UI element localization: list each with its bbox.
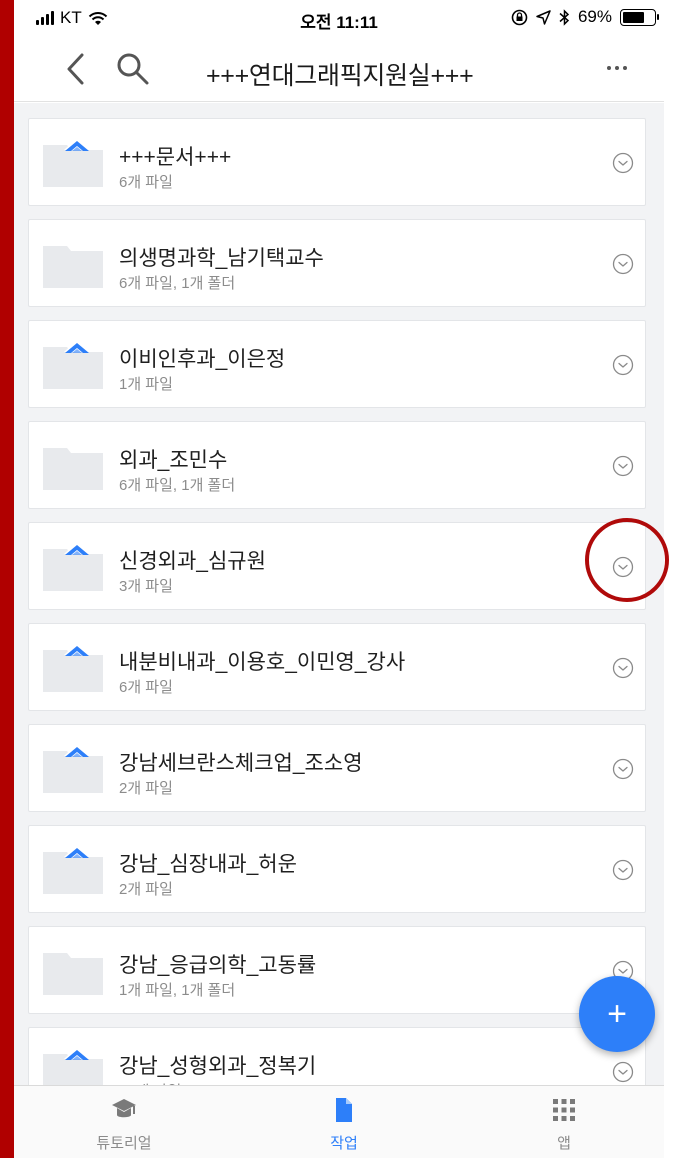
folder-name: 내분비내과_이용호_이민영_강사: [119, 651, 406, 674]
add-fab-button[interactable]: +: [579, 976, 655, 1052]
folder-name: 강남_심장내과_허운: [119, 853, 297, 876]
tab-tutorial[interactable]: 튜토리얼: [44, 1086, 204, 1158]
folder-row[interactable]: 강남_응급의학_고동률 1개 파일, 1개 폴더: [28, 926, 646, 1014]
tab-bar: 튜토리얼 작업 앱: [14, 1085, 664, 1158]
tab-work[interactable]: 작업: [264, 1086, 424, 1158]
document-icon: [336, 1098, 352, 1122]
folder-row[interactable]: 이비인후과_이은정 1개 파일: [28, 320, 646, 408]
battery-percent: 69%: [577, 7, 612, 26]
shared-folder-icon: [43, 646, 103, 692]
tab-apps[interactable]: 앱: [484, 1086, 644, 1158]
row-options-chevron-icon[interactable]: [612, 253, 634, 275]
battery-level: [623, 11, 644, 23]
page-title: +++연대그래픽지원실+++: [206, 62, 474, 90]
location-icon: [536, 9, 551, 25]
folder-icon: [43, 448, 103, 490]
folder-row[interactable]: +++문서+++ 6개 파일: [28, 118, 646, 206]
folder-meta: 6개 파일: [119, 679, 173, 696]
folder-name: 신경외과_심규원: [119, 550, 266, 573]
tab-label-tutorial: 튜토리얼: [96, 1135, 152, 1152]
folder-meta: 1개 파일: [119, 376, 173, 393]
shared-folder-icon: [43, 848, 103, 894]
more-dots-icon[interactable]: [602, 56, 632, 80]
row-options-chevron-icon[interactable]: [612, 152, 634, 174]
folder-name: 외과_조민수: [119, 449, 228, 472]
folder-icon: [43, 246, 103, 288]
tab-label-work: 작업: [330, 1135, 358, 1152]
folder-row[interactable]: 외과_조민수 6개 파일, 1개 폴더: [28, 421, 646, 509]
shared-folder-icon: [43, 141, 103, 187]
nav-bar: +++연대그래픽지원실+++: [14, 36, 664, 102]
app-grid-icon: [553, 1099, 575, 1121]
rotation-lock-icon: [511, 9, 528, 25]
phone-screen: KT 오전 11:11 69% +++연대그래픽지원실+++ +++문서+++ …: [14, 0, 678, 1158]
row-options-chevron-icon[interactable]: [612, 556, 634, 578]
folder-meta: 2개 파일: [119, 881, 173, 898]
left-edge-bar: [0, 0, 14, 1158]
folder-name: 의생명과학_남기택교수: [119, 247, 324, 270]
row-options-chevron-icon[interactable]: [612, 657, 634, 679]
shared-folder-icon: [43, 343, 103, 389]
folder-meta: 1개 파일, 1개 폴더: [119, 982, 236, 999]
shared-folder-icon: [43, 545, 103, 591]
back-chevron-icon[interactable]: [58, 50, 94, 88]
folder-meta: 6개 파일: [119, 174, 173, 191]
folder-icon: [43, 953, 103, 995]
folder-row[interactable]: 신경외과_심규원 3개 파일: [28, 522, 646, 610]
tab-label-apps: 앱: [557, 1135, 571, 1152]
row-options-chevron-icon[interactable]: [612, 859, 634, 881]
folder-list: +++문서+++ 6개 파일 의생명과학_남기택교수 6개 파일, 1개 폴더 이비인후…: [14, 103, 664, 1120]
row-options-chevron-icon[interactable]: [612, 758, 634, 780]
folder-name: 강남세브란스체크업_조소영: [119, 752, 363, 775]
folder-name: 이비인후과_이은정: [119, 348, 286, 371]
battery-icon: [620, 8, 659, 26]
folder-name: +++문서+++: [119, 146, 232, 169]
folder-name: 강남_성형외과_정복기: [119, 1055, 317, 1078]
folder-meta: 6개 파일, 1개 폴더: [119, 477, 236, 494]
search-icon[interactable]: [114, 50, 152, 88]
folder-meta: 3개 파일: [119, 578, 173, 595]
status-bar: KT 오전 11:11 69%: [14, 0, 664, 36]
row-options-chevron-icon[interactable]: [612, 1061, 634, 1083]
graduation-cap-icon: [112, 1099, 136, 1118]
folder-row[interactable]: 강남세브란스체크업_조소영 2개 파일: [28, 724, 646, 812]
bluetooth-icon: [559, 8, 570, 26]
folder-row[interactable]: 의생명과학_남기택교수 6개 파일, 1개 폴더: [28, 219, 646, 307]
folder-meta: 2개 파일: [119, 780, 173, 797]
row-options-chevron-icon[interactable]: [612, 354, 634, 376]
folder-row[interactable]: 내분비내과_이용호_이민영_강사 6개 파일: [28, 623, 646, 711]
shared-folder-icon: [43, 747, 103, 793]
folder-row[interactable]: 강남_심장내과_허운 2개 파일: [28, 825, 646, 913]
folder-meta: 6개 파일, 1개 폴더: [119, 275, 236, 292]
row-options-chevron-icon[interactable]: [612, 455, 634, 477]
status-right: 69%: [511, 7, 659, 27]
folder-name: 강남_응급의학_고동률: [119, 954, 317, 977]
